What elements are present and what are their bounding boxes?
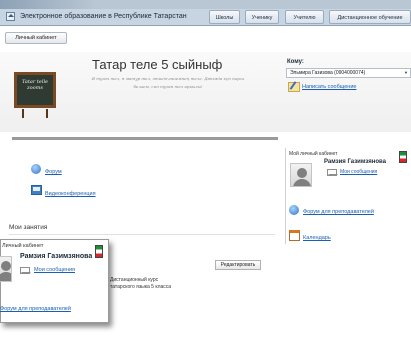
envelope-icon[interactable] [327,169,338,176]
calendar-icon[interactable] [289,230,300,241]
course-subtitle: Я тугач тел, я матур тел, этием-әниемнең… [91,76,245,89]
envelope-icon[interactable] [20,267,31,274]
recipient-select[interactable]: Эльмира Газизова (0904000074) [286,68,411,78]
edit-button[interactable]: Редактировать [215,260,261,270]
user-name: Рамзия Газимзянова [324,159,386,165]
site-title[interactable]: Электронное образование в Республике Тат… [17,11,207,23]
tatarstan-flag-icon [399,151,407,163]
recipient-label: Кому: [287,59,304,65]
chevron-down-icon[interactable]: ▼ [404,70,408,75]
tatarstan-flag-icon [95,245,103,258]
tab-distance-learning[interactable]: Дистанционное обучение [329,10,411,24]
panel-title: Мой личный кабинет [289,151,338,157]
chalkboard-leg [46,109,48,118]
my-messages-link[interactable]: Мои сообщения [340,169,377,175]
home-icon[interactable] [6,12,15,21]
tab-student[interactable]: Ученику [245,10,279,24]
tab-schools[interactable]: Школы [209,10,240,24]
avatar [0,256,12,282]
course-title: Татар теле 5 сыйныф [92,57,223,72]
callout-title: Личный кабинет [2,243,44,249]
forum-icon[interactable] [31,164,41,174]
chalkboard-leg [22,109,24,118]
personal-cabinet-button[interactable]: Личный кабинет [5,32,67,44]
chalkboard-text: Tatar telle zooms [21,79,49,91]
callout-messages-link[interactable]: Мои сообщения [34,267,75,273]
crop-artifact [0,0,96,9]
classes-divider [9,234,275,235]
forum-link[interactable]: Форум [45,169,62,175]
teachers-forum-link[interactable]: Форум для преподавателей [303,209,374,215]
tab-teacher[interactable]: Учителю [285,10,324,24]
avatar [290,163,312,187]
write-message-link[interactable]: Написать сообщение [302,84,356,90]
callout-user-name: Рамзия Газимзянова [20,253,93,260]
course-line: татарского языка 5 класса [110,284,172,290]
calendar-link[interactable]: Календарь [303,235,331,241]
video-conference-link[interactable]: Видеоконференция [45,191,96,197]
course-item[interactable]: Дистанционный курс татарского языка 5 кл… [110,277,210,291]
forum-icon[interactable] [289,205,299,215]
video-conference-icon[interactable] [31,185,42,195]
section-divider [12,137,278,140]
callout-teachers-forum-link[interactable]: Форум для преподавателей [0,306,71,312]
course-line: Дистанционный курс [110,277,159,283]
my-classes-title: Мои занятия [9,224,48,231]
write-message-icon[interactable] [288,82,300,92]
